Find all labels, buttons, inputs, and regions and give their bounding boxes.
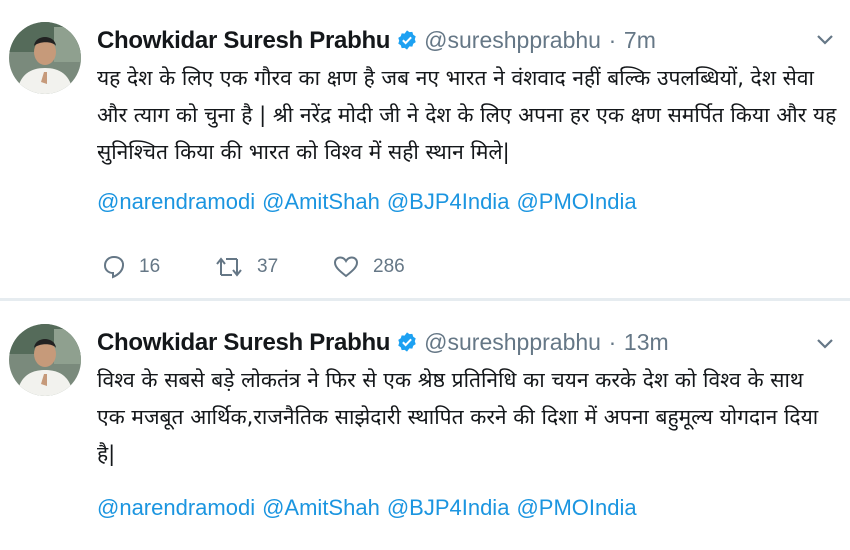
tweet-time[interactable]: 13m (624, 329, 669, 355)
reply-button[interactable]: 16 (103, 255, 160, 279)
mention-link[interactable]: @PMOIndia (516, 495, 636, 520)
tweet-body: यह देश के लिए एक गौरव का क्षण है जब नए भ… (97, 66, 837, 164)
tweet-time[interactable]: 7m (624, 27, 656, 53)
tweet-1[interactable]: Chowkidar Suresh Prabhu @sureshpprabhu · … (0, 0, 850, 300)
mention-link[interactable]: @narendramodi (97, 189, 255, 214)
tweet-actions: 16 37 286 (97, 255, 517, 285)
heart-icon (333, 256, 359, 278)
verified-badge-icon (396, 29, 418, 51)
tweet-body: विश्व के सबसे बड़े लोकतंत्र ने फिर से एक… (97, 368, 819, 466)
retweet-icon (216, 257, 242, 277)
mention-link[interactable]: @PMOIndia (516, 189, 636, 214)
author-handle[interactable]: @sureshpprabhu (424, 27, 601, 53)
mention-link[interactable]: @AmitShah (262, 495, 380, 520)
reply-icon (103, 255, 125, 279)
author-name[interactable]: Chowkidar Suresh Prabhu (97, 27, 390, 54)
retweet-button[interactable]: 37 (215, 255, 278, 279)
mention-link[interactable]: @BJP4India (387, 189, 510, 214)
like-count: 286 (373, 256, 405, 277)
mention-link[interactable]: @narendramodi (97, 495, 255, 520)
tweet-divider (0, 298, 850, 301)
mention-link[interactable]: @BJP4India (387, 495, 510, 520)
separator-dot: · (608, 329, 617, 355)
mention-list: @narendramodi @AmitShah @BJP4India @PMOIndi… (97, 494, 644, 522)
separator-dot: · (608, 27, 617, 53)
tweet-2[interactable]: Chowkidar Suresh Prabhu @sureshpprabhu · … (0, 302, 850, 550)
reply-count: 16 (139, 256, 161, 277)
avatar[interactable] (9, 22, 81, 94)
tweet-header: Chowkidar Suresh Prabhu @sureshpprabhu · … (97, 328, 669, 357)
like-button[interactable]: 286 (333, 255, 405, 279)
tweet-header: Chowkidar Suresh Prabhu @sureshpprabhu · … (97, 26, 656, 55)
author-name[interactable]: Chowkidar Suresh Prabhu (97, 329, 390, 356)
chevron-down-icon[interactable] (816, 337, 834, 351)
avatar[interactable] (9, 324, 81, 396)
mention-link[interactable]: @AmitShah (262, 189, 380, 214)
mention-list: @narendramodi @AmitShah @BJP4India @PMOIndi… (97, 188, 644, 216)
chevron-down-icon[interactable] (816, 33, 834, 47)
retweet-count: 37 (257, 256, 279, 277)
author-handle[interactable]: @sureshpprabhu (424, 329, 601, 355)
verified-badge-icon (396, 331, 418, 353)
